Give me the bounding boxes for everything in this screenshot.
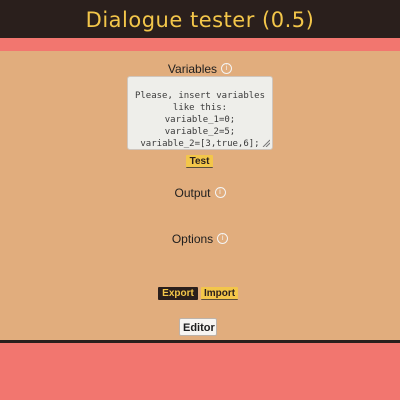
info-icon[interactable]: i xyxy=(217,233,229,244)
resize-handle-icon[interactable] xyxy=(262,139,270,147)
import-button[interactable]: Import xyxy=(201,287,238,300)
variables-label: Variables xyxy=(167,62,218,76)
footer-divider xyxy=(0,340,400,343)
top-band xyxy=(0,38,400,51)
options-label: Options xyxy=(171,232,214,246)
output-label: Output xyxy=(174,186,211,200)
output-heading: Output i xyxy=(0,186,400,200)
export-button[interactable]: Export xyxy=(158,287,198,300)
info-icon[interactable]: i xyxy=(221,63,233,74)
variables-input[interactable]: Please, insert variables like this: vari… xyxy=(127,76,273,150)
info-icon[interactable]: i xyxy=(214,187,226,198)
editor-button[interactable]: Editor xyxy=(179,318,217,336)
variables-heading: Variables i xyxy=(0,62,400,76)
options-heading: Options i xyxy=(0,232,400,246)
app-title-bar: Dialogue tester (0.5) xyxy=(0,0,400,38)
app-title: Dialogue tester (0.5) xyxy=(85,8,315,32)
variables-placeholder: Please, insert variables like this: vari… xyxy=(134,91,266,149)
test-button[interactable]: Test xyxy=(186,155,213,168)
